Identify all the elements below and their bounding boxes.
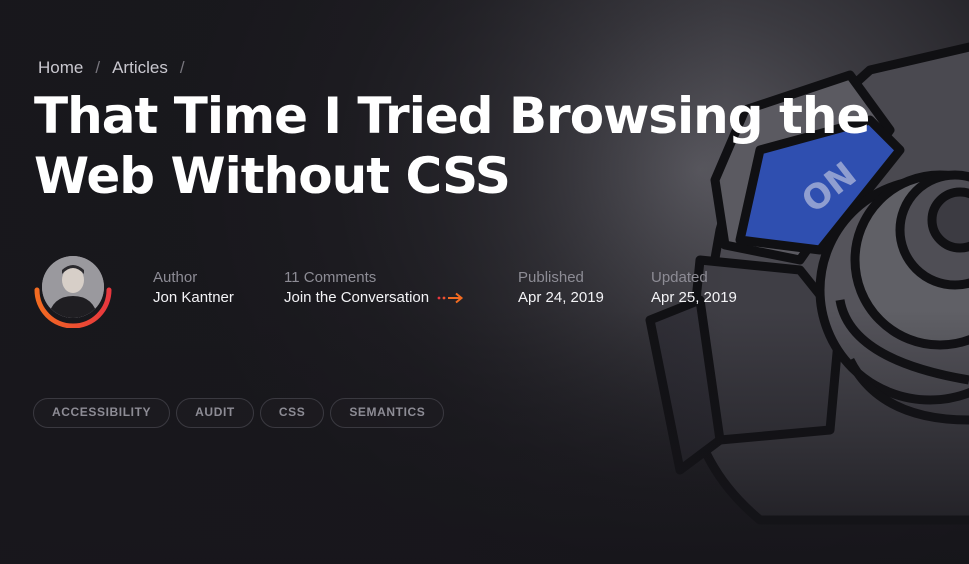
- updated-date: Apr 25, 2019: [651, 289, 737, 306]
- breadcrumb-separator: /: [95, 58, 101, 77]
- article-meta: Author Jon Kantner 11 Comments Join the …: [33, 254, 793, 328]
- meta-published: Published Apr 24, 2019: [518, 269, 604, 306]
- breadcrumb: Home / Articles /: [38, 58, 185, 78]
- meta-comments: 11 Comments Join the Conversation: [284, 269, 465, 306]
- join-conversation-text[interactable]: Join the Conversation: [284, 289, 429, 306]
- arrow-right-icon: [437, 292, 464, 304]
- tag-css[interactable]: CSS: [259, 398, 325, 428]
- meta-author: Author Jon Kantner: [153, 269, 234, 306]
- person-icon: [42, 256, 104, 318]
- join-conversation-link[interactable]: Join the Conversation: [284, 289, 465, 306]
- published-date: Apr 24, 2019: [518, 289, 604, 306]
- meta-updated: Updated Apr 25, 2019: [651, 269, 737, 306]
- tag-list: ACCESSIBILITY AUDIT CSS SEMANTICS: [33, 398, 445, 428]
- published-label: Published: [518, 269, 584, 286]
- breadcrumb-separator: /: [179, 58, 185, 77]
- avatar: [42, 256, 104, 318]
- author-label: Author: [153, 269, 198, 286]
- updated-label: Updated: [651, 269, 708, 286]
- page-title: That Time I Tried Browsing the Web Witho…: [34, 87, 870, 205]
- author-name[interactable]: Jon Kantner: [153, 289, 234, 306]
- breadcrumb-articles[interactable]: Articles: [112, 58, 168, 78]
- tag-accessibility[interactable]: ACCESSIBILITY: [33, 398, 171, 428]
- tag-audit[interactable]: AUDIT: [176, 398, 254, 428]
- comments-count: 11 Comments: [284, 269, 377, 286]
- tag-semantics[interactable]: SEMANTICS: [330, 398, 445, 428]
- breadcrumb-home[interactable]: Home: [38, 58, 83, 78]
- author-avatar[interactable]: [33, 254, 113, 328]
